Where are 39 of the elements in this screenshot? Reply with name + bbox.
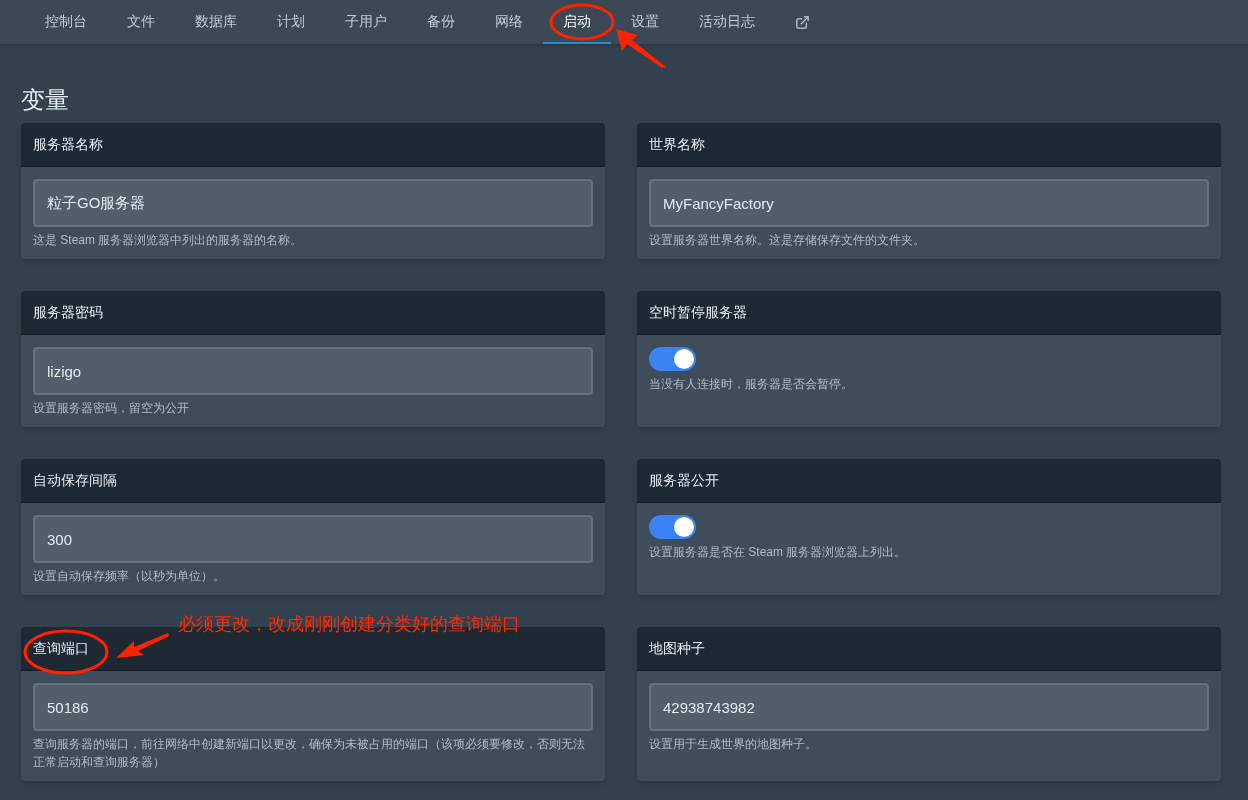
nav-tab[interactable]: 设置: [611, 0, 679, 44]
arrow-icon: [114, 631, 170, 661]
arrow-icon: [614, 27, 668, 69]
hint-text: 当没有人连接时，服务器是否会暂停。: [649, 376, 854, 393]
nav-tab[interactable]: 控制台: [25, 0, 107, 44]
text-field[interactable]: 300: [33, 515, 593, 563]
card-title: 世界名称: [649, 135, 705, 154]
nav-tab[interactable]: 文件: [107, 0, 175, 44]
hint-text: 设置服务器密码，留空为公开: [33, 400, 190, 417]
card-title: 空时暂停服务器: [649, 303, 747, 322]
card-title: 服务器公开: [649, 471, 719, 490]
highlight-ellipse: [549, 3, 615, 41]
text-field[interactable]: MyFancyFactory: [649, 179, 1209, 227]
nav-tab[interactable]: 启动: [543, 0, 611, 44]
card-title: 查询端口: [33, 639, 89, 658]
toggle-switch[interactable]: [649, 515, 696, 539]
annotation-text: 必须更改，改成刚刚创建分类好的查询端口: [178, 613, 520, 636]
text-field[interactable]: 50186: [33, 683, 593, 731]
hint-text: 设置用于生成世界的地图种子。: [649, 736, 818, 753]
text-field[interactable]: lizigo: [33, 347, 593, 395]
nav-tab[interactable]: 子用户: [325, 0, 407, 44]
hint-text: 设置自动保存频率（以秒为单位）。: [33, 568, 226, 585]
hint-text: 设置服务器世界名称。这是存储保存文件的文件夹。: [649, 232, 926, 249]
nav-tab[interactable]: 活动日志: [679, 0, 775, 44]
text-field[interactable]: 粒子GO服务器: [33, 179, 593, 227]
nav-tab[interactable]: 备份: [407, 0, 475, 44]
card-title: 自动保存间隔: [33, 471, 117, 490]
hint-text: 这是 Steam 服务器浏览器中列出的服务器的名称。: [33, 232, 304, 249]
toggle-switch[interactable]: [649, 347, 696, 371]
nav-tab[interactable]: 数据库: [175, 0, 257, 44]
card-title: 服务器密码: [33, 303, 103, 322]
nav-tab[interactable]: 网络: [475, 0, 543, 44]
hint-text: 设置服务器是否在 Steam 服务器浏览器上列出。: [649, 544, 908, 561]
section-heading: 变量: [21, 85, 70, 115]
hint-text: 查询服务器的端口，前往网络中创建新端口以更改，确保为未被占用的端口（该项必须要修改，否则无法正常启动和查询服务器）: [33, 736, 586, 771]
card-title: 服务器名称: [33, 135, 103, 154]
text-field[interactable]: 42938743982: [649, 683, 1209, 731]
nav-tab[interactable]: 计划: [257, 0, 325, 44]
card-title: 地图种子: [649, 639, 705, 658]
